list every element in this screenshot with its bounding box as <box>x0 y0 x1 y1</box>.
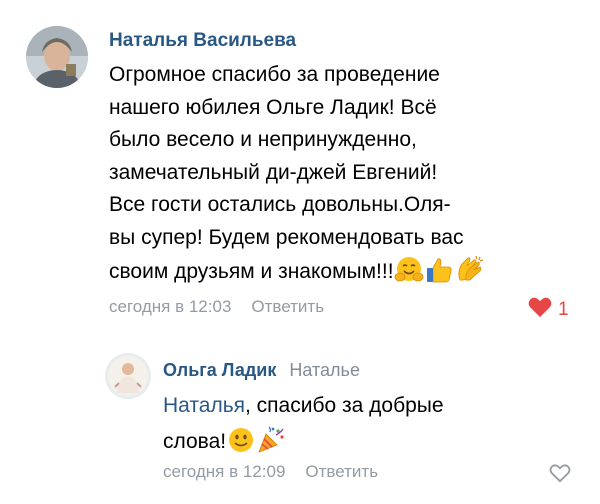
comment-line: Огромное спасибо за проведение <box>109 63 440 86</box>
comment-time[interactable]: сегодня в 12:03 <box>109 297 231 316</box>
comment-author[interactable]: Наталья Васильева <box>109 30 296 52</box>
avatar-photo <box>26 26 88 88</box>
comment-line: нашего юбилея Ольге Ладик! Всё <box>109 95 437 119</box>
comment-line: было весело и непринужденно, <box>109 128 417 151</box>
reply-button[interactable]: Ответить <box>305 462 378 481</box>
reply-addressee[interactable]: Наталье <box>289 360 360 380</box>
reply-author-line: Ольга Ладик Наталье <box>163 360 360 381</box>
party-popper-emoji <box>256 426 286 466</box>
reply-meta: сегодня в 12:09 Ответить <box>163 462 378 482</box>
comment-last-line: своим друзьям и знакомым!!! <box>109 254 579 295</box>
reply-line1-text: , спасибо за добрые <box>245 394 444 417</box>
avatar-olga[interactable] <box>105 353 151 399</box>
reply-button[interactable]: Ответить <box>251 297 324 316</box>
thumbs-up-emoji <box>424 256 454 295</box>
reply-line: слова! <box>163 424 583 466</box>
reply-mention-link[interactable]: Наталья <box>163 394 245 417</box>
comment-text: Огромное спасибо за проведение нашего юб… <box>109 59 579 295</box>
reply-time[interactable]: сегодня в 12:09 <box>163 462 285 481</box>
comment-line: своим друзьям и знакомым!!! <box>109 260 394 283</box>
avatar-natalia[interactable] <box>26 26 88 88</box>
like-button[interactable]: 1 <box>528 296 569 323</box>
reply-text: Наталья, спасибо за добрые слова! <box>163 388 583 466</box>
hugging-face-emoji <box>394 256 424 295</box>
like-count: 1 <box>558 298 569 320</box>
comment-line: вы супер! Будем рекомендовать вас <box>109 225 464 249</box>
heart-outline-icon <box>549 463 571 488</box>
comment-line: замечательный ди-джей Евгений! <box>109 160 438 184</box>
reply-line: Наталья, спасибо за добрые <box>163 388 583 424</box>
reply-like-button[interactable] <box>549 463 571 488</box>
comment-meta: сегодня в 12:03 Ответить <box>109 297 324 317</box>
slightly-smiling-face-emoji <box>226 426 256 466</box>
reply-line2-text: слова! <box>163 430 227 453</box>
clapping-hands-emoji <box>454 254 486 295</box>
avatar-photo <box>105 353 151 399</box>
heart-icon <box>528 296 552 323</box>
comment-line: Все гости остались довольны.Оля- <box>109 193 451 216</box>
reply-author[interactable]: Ольга Ладик <box>163 360 276 380</box>
